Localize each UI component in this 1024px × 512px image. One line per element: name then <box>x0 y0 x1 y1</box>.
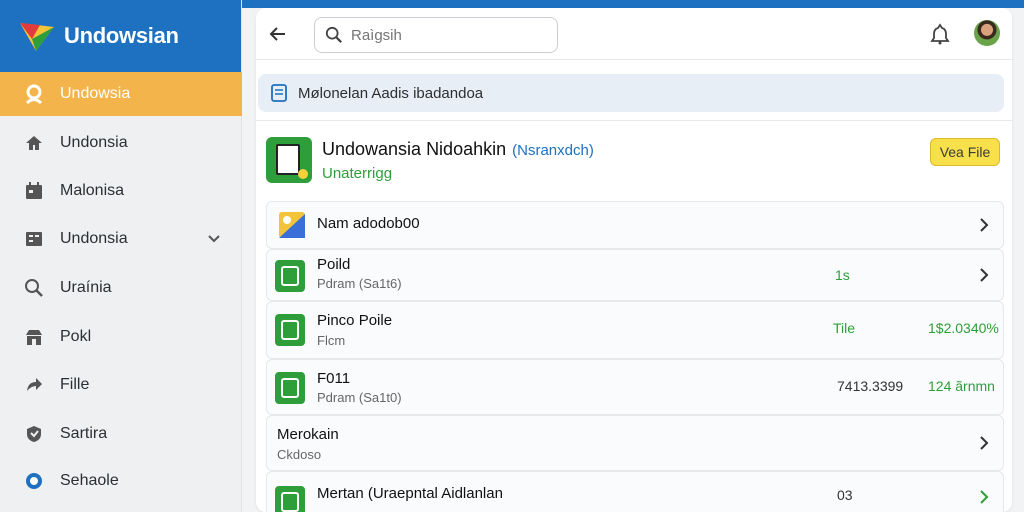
brand-logo-icon <box>20 23 54 51</box>
row-value: 7413.3399 <box>837 378 904 394</box>
sidebar-item-label: Pokl <box>60 328 92 345</box>
sidebar-item-label: Uraínia <box>60 279 112 296</box>
search-box[interactable] <box>314 17 558 53</box>
row-name: Nam adodob00 <box>317 215 420 232</box>
sidebar-item-label: Undonsia <box>60 230 128 247</box>
app-card: Undowansia Nidoahkin (Nsranxdch) Unaterri… <box>256 120 1012 200</box>
home-icon <box>22 131 46 155</box>
file-icon <box>275 260 305 292</box>
sidebar-item-undonsia-expandable[interactable]: Undonsia <box>0 217 242 261</box>
chevron-right-icon <box>980 218 989 232</box>
row-sub: Flcm <box>317 333 346 348</box>
list-item[interactable]: Pinco Poile Flcm Tile 1$2.0340% <box>266 301 1004 359</box>
search-icon <box>22 276 46 300</box>
sidebar-item-malonisa[interactable]: Malonisa <box>0 169 242 213</box>
sidebar-item-label: Undonsia <box>60 134 128 151</box>
sidebar-item-sehaole[interactable]: Sehaole <box>0 459 242 503</box>
sidebar-item-undonsia[interactable]: Undonsia <box>0 121 242 165</box>
chevron-right-icon <box>980 268 989 282</box>
sidebar-item-label: Undowsia <box>60 85 131 102</box>
sidebar-item-label: Sartira <box>60 425 108 442</box>
brand-header: Undowsian <box>0 0 241 72</box>
sidebar-item-label: Fille <box>60 376 90 393</box>
gallery-icon <box>279 212 305 238</box>
sidebar: Undowsian Undowsia Undonsia Malonisa Und… <box>0 0 242 512</box>
row-amount: 124 ãrnmn <box>928 378 995 394</box>
row-value: Tile <box>833 320 856 336</box>
main-panel: Mølonelan Aadis ibadandoa Undowansia Nid… <box>256 8 1012 512</box>
app-title-text: Undowansia Nidoahkin <box>322 139 507 159</box>
row-sub: Pdram (Sa1t6) <box>317 276 402 291</box>
row-sub: Ckdoso <box>277 447 322 462</box>
chevron-down-icon[interactable] <box>204 229 224 249</box>
search-input[interactable] <box>351 26 541 44</box>
row-name: Poild <box>317 256 351 273</box>
chevron-right-icon <box>980 436 989 450</box>
back-button[interactable] <box>264 20 292 48</box>
header <box>256 8 1012 60</box>
file-icon <box>275 372 305 404</box>
avatar[interactable] <box>974 20 1000 46</box>
sidebar-item-fille[interactable]: Fille <box>0 363 242 407</box>
row-name: Pinco Poile <box>317 312 393 329</box>
breadcrumb: Mølonelan Aadis ibadandoa <box>258 74 1004 112</box>
app-title: Undowansia Nidoahkin (Nsranxdch) <box>322 139 594 160</box>
list-item[interactable]: Poild Pdram (Sa1t6) 1s <box>266 249 1004 301</box>
arrow-left-icon <box>269 27 285 41</box>
breadcrumb-text: Mølonelan Aadis ibadandoa <box>298 84 484 102</box>
circle-icon <box>22 469 46 493</box>
file-icon <box>275 486 305 512</box>
row-value: 03 <box>837 487 853 503</box>
list-item[interactable]: Merokain Ckdoso <box>266 415 1004 471</box>
search-icon <box>325 26 342 43</box>
top-strip <box>242 0 1024 8</box>
document-icon <box>271 84 287 102</box>
calendar-icon <box>22 179 46 203</box>
file-icon <box>275 314 305 346</box>
row-amount: 1$2.0340% <box>928 320 999 336</box>
list-item[interactable]: F011 Pdram (Sa1t0) 7413.3399 124 ãrnmn <box>266 359 1004 415</box>
row-name: F011 <box>317 370 351 387</box>
bell-icon[interactable] <box>928 22 952 46</box>
brand-name: Undowsian <box>64 23 179 48</box>
row-name: Mertan (Uraepntal Aidlanlan <box>317 485 503 502</box>
share-icon <box>22 373 46 397</box>
row-value: 1s <box>835 267 850 283</box>
row-name: Merokain <box>277 426 339 443</box>
list-item[interactable]: Mertan (Uraepntal Aidlanlan 03 <box>266 471 1004 512</box>
list-item[interactable]: Nam adodob00 <box>266 201 1004 249</box>
app-subtitle: (Nsranxdch) <box>512 142 594 159</box>
app-icon <box>266 137 312 183</box>
store-icon <box>22 325 46 349</box>
view-file-button[interactable]: Vea File <box>930 138 1000 166</box>
sidebar-item-urainia[interactable]: Uraínia <box>0 266 242 310</box>
sidebar-item-pokl[interactable]: Pokl <box>0 315 242 359</box>
sidebar-item-label: Sehaole <box>60 472 119 489</box>
row-sub: Pdram (Sa1t0) <box>317 390 402 405</box>
shield-icon <box>22 422 46 446</box>
app-status: Unaterrigg <box>322 165 393 182</box>
sidebar-item-sartira[interactable]: Sartira <box>0 412 242 456</box>
sidebar-item-label: Malonisa <box>60 182 125 199</box>
sidebar-item-undowsia[interactable]: Undowsia <box>0 72 242 116</box>
user-icon <box>22 82 46 106</box>
chevron-right-icon <box>980 490 989 504</box>
grid-icon <box>22 227 46 251</box>
